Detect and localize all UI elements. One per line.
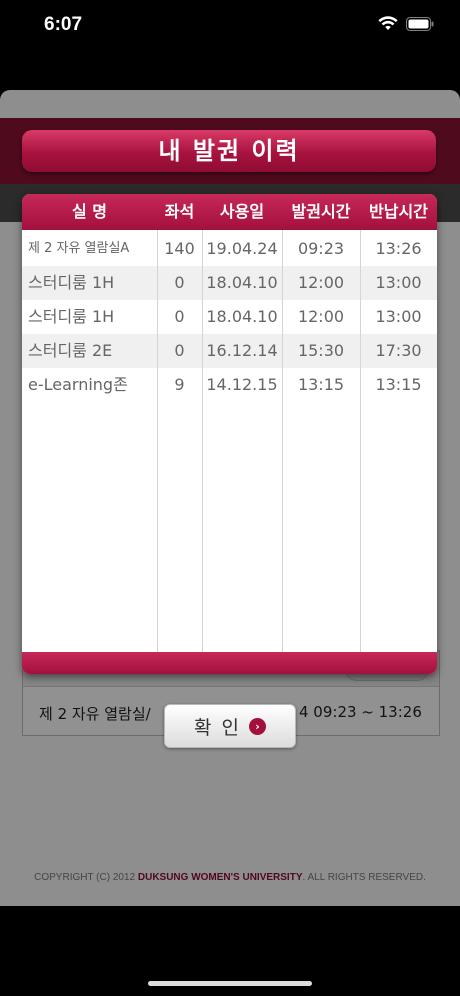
cell-room: 스터디룸 2E — [28, 341, 113, 360]
cell-seat: 140 — [164, 239, 195, 258]
cell-issued: 09:23 — [297, 239, 345, 258]
table-row: 제 2 자유 열람실A 140 19.04.24 09:23 13:26 — [22, 232, 437, 266]
table-footer-bar — [22, 652, 437, 674]
cell-room: 제 2 자유 열람실A — [28, 241, 130, 256]
column-header-issued: 발권시간 — [291, 202, 351, 221]
cell-issued: 13:15 — [297, 375, 345, 394]
cell-room: 스터디룸 1H — [28, 307, 115, 326]
table-row: 스터디룸 1H 0 18.04.10 12:00 13:00 — [22, 266, 437, 300]
wifi-icon — [378, 16, 398, 30]
column-divider — [202, 230, 203, 652]
column-header-room: 실 명 — [71, 202, 107, 221]
confirm-label: 확 인 — [194, 716, 241, 739]
cell-room: 스터디룸 1H — [28, 273, 115, 292]
cell-seat: 0 — [174, 273, 185, 292]
cell-seat: 9 — [174, 375, 185, 394]
cell-issued: 12:00 — [297, 307, 345, 326]
cell-returned: 13:26 — [375, 239, 422, 258]
cell-date: 18.04.10 — [206, 273, 278, 292]
status-time: 6:07 — [44, 14, 83, 35]
column-header-seat: 좌석 — [164, 202, 195, 221]
table-body: 제 2 자유 열람실A 140 19.04.24 09:23 13:26 스터디… — [22, 232, 437, 652]
cell-issued: 15:30 — [297, 341, 345, 360]
column-divider — [360, 230, 361, 652]
cell-date: 18.04.10 — [206, 307, 278, 326]
dialog-title: 내 발권 이력 — [22, 130, 436, 172]
status-icons — [378, 16, 434, 31]
home-indicator[interactable] — [148, 981, 312, 986]
cell-date: 16.12.14 — [206, 341, 278, 360]
table-row: 스터디룸 1H 0 18.04.10 12:00 13:00 — [22, 300, 437, 334]
cell-issued: 12:00 — [297, 273, 345, 292]
column-divider — [157, 230, 158, 652]
column-header-date: 사용일 — [219, 202, 265, 221]
battery-icon — [406, 16, 434, 31]
column-divider — [282, 230, 283, 652]
cell-room: e-Learning존 — [28, 375, 128, 394]
status-bar: 6:07 — [0, 0, 460, 52]
cell-returned: 13:00 — [375, 307, 422, 326]
cell-seat: 0 — [174, 341, 185, 360]
table-row: 스터디룸 2E 0 16.12.14 15:30 17:30 — [22, 334, 437, 368]
cell-returned: 17:30 — [375, 341, 422, 360]
table-header: 실 명 좌석 사용일 발권시간 반납시간 — [22, 194, 437, 230]
confirm-button[interactable]: 확 인 › — [164, 704, 296, 748]
cell-seat: 0 — [174, 307, 185, 326]
cell-returned: 13:00 — [375, 273, 422, 292]
cell-date: 19.04.24 — [206, 239, 278, 258]
table-row: e-Learning존 9 14.12.15 13:15 13:15 — [22, 368, 437, 402]
cell-date: 14.12.15 — [206, 375, 278, 394]
chevron-right-icon: › — [249, 717, 266, 735]
history-table: 실 명 좌석 사용일 발권시간 반납시간 제 2 자유 열람실A 140 19.… — [22, 194, 437, 674]
cell-returned: 13:15 — [375, 375, 422, 394]
column-header-returned: 반납시간 — [369, 202, 428, 221]
